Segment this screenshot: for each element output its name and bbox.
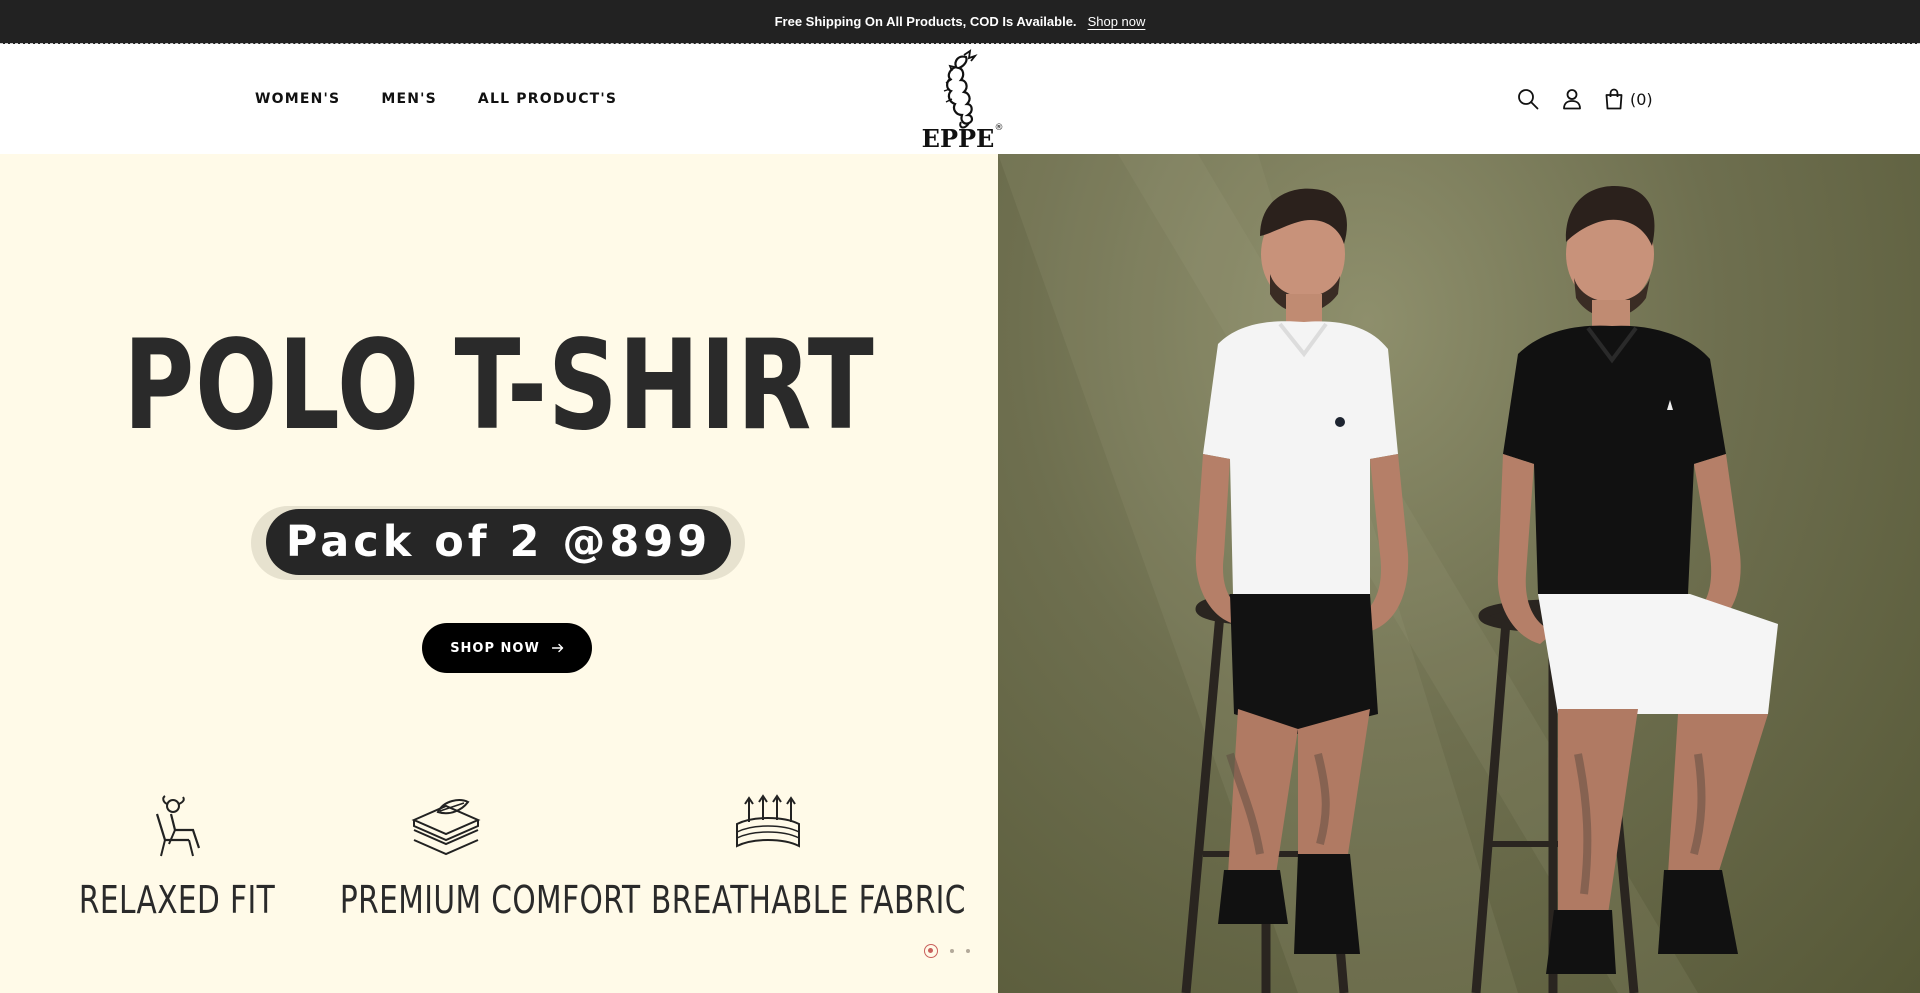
brand-name: EPPE (922, 124, 995, 150)
shop-now-button[interactable]: SHOP NOW (422, 623, 592, 673)
account-button[interactable] (1560, 87, 1584, 111)
arrow-right-icon (551, 643, 564, 653)
nav-all-products[interactable]: ALL PRODUCT'S (478, 91, 617, 107)
announcement-bar: Free Shipping On All Products, COD Is Av… (0, 0, 1920, 44)
cart-button[interactable]: (0) (1604, 88, 1653, 110)
user-icon (1563, 89, 1581, 110)
slide-dot-1[interactable] (924, 944, 938, 958)
hero-banner: POLO T-SHIRT Pack of 2 @899 SHOP NOW REL… (0, 154, 998, 993)
registered-mark: ® (995, 123, 1004, 133)
offer-pill: Pack of 2 @899 (266, 509, 731, 575)
cart-count: (0) (1630, 89, 1653, 109)
announcement-shop-now-link[interactable]: Shop now (1088, 14, 1146, 29)
feature-premium-comfort: PREMIUM COMFORT (310, 794, 641, 922)
feature-label: RELAXED FIT (78, 878, 276, 922)
header-actions: (0) (1516, 44, 1653, 154)
feature-label: BREATHABLE FABRIC (651, 878, 966, 922)
feature-breathable-fabric: BREATHABLE FABRIC (618, 794, 966, 922)
search-icon (1518, 89, 1539, 110)
lounge-chair-icon (155, 795, 201, 857)
feature-label: PREMIUM COMFORT (339, 878, 641, 922)
hero-title: POLO T-SHIRT (123, 314, 875, 458)
slide-dot-2[interactable] (950, 949, 954, 953)
site-header: WOMEN'S MEN'S ALL PRODUCT'S EPPE ® (0) (0, 44, 1920, 154)
search-button[interactable] (1516, 87, 1540, 111)
shop-now-label: SHOP NOW (450, 640, 540, 656)
brand-logo[interactable]: EPPE ® (914, 49, 1006, 150)
slide-dot-3[interactable] (966, 949, 970, 953)
shopping-bag-icon (1605, 88, 1623, 110)
nav-mens[interactable]: MEN'S (381, 91, 437, 107)
seahorse-logo-icon: EPPE ® (922, 49, 1004, 150)
announcement-text: Free Shipping On All Products, COD Is Av… (774, 14, 1077, 29)
main-nav: WOMEN'S MEN'S ALL PRODUCT'S (255, 44, 617, 154)
layered-fabric-icon (411, 799, 481, 856)
breathable-fabric-icon (736, 794, 800, 848)
hero-product-photo (998, 154, 1920, 993)
feature-list: RELAXED FIT PREMIUM COMFORT BREATHABLE F… (0, 794, 998, 934)
feature-relaxed-fit: RELAXED FIT (48, 794, 306, 922)
models-photo-image (998, 154, 1778, 993)
nav-womens[interactable]: WOMEN'S (255, 91, 340, 107)
slider-pagination (924, 944, 970, 958)
